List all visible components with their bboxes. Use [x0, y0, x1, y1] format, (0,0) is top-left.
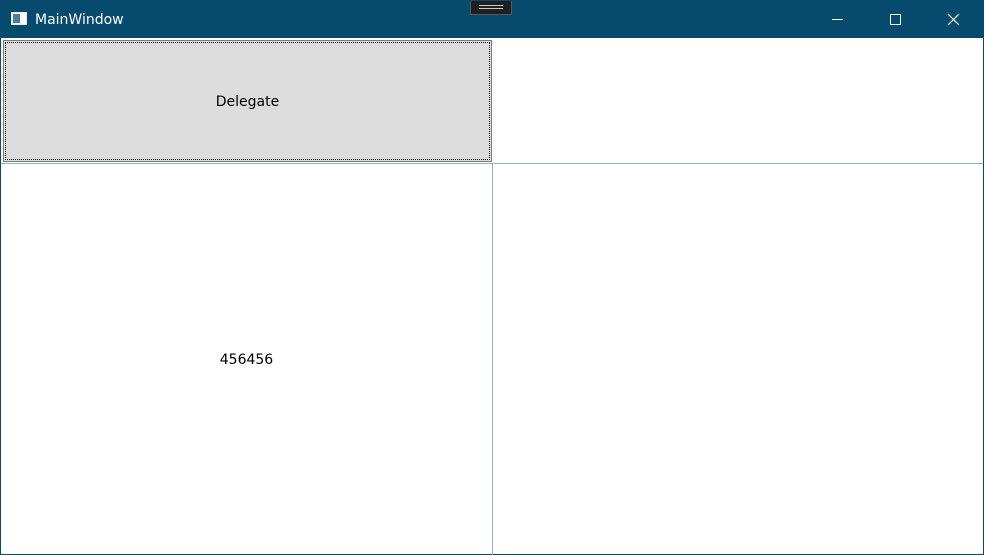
maximize-icon	[890, 14, 901, 25]
main-window: MainWindow Delegate 456456	[0, 0, 984, 555]
window-app-icon	[11, 12, 27, 25]
close-button[interactable]	[924, 1, 982, 38]
delegate-button-label: Delegate	[215, 94, 280, 110]
grid-divider-vertical	[492, 164, 493, 555]
minimize-icon	[832, 19, 843, 20]
delegate-button[interactable]: Delegate	[3, 40, 492, 162]
title-bar[interactable]: MainWindow	[1, 1, 983, 38]
minimize-button[interactable]	[808, 1, 866, 38]
maximize-button[interactable]	[866, 1, 924, 38]
toolbar-grip-handle[interactable]	[470, 1, 512, 15]
close-icon	[947, 13, 960, 26]
window-title: MainWindow	[35, 12, 124, 28]
value-text-block: 456456	[219, 352, 274, 368]
